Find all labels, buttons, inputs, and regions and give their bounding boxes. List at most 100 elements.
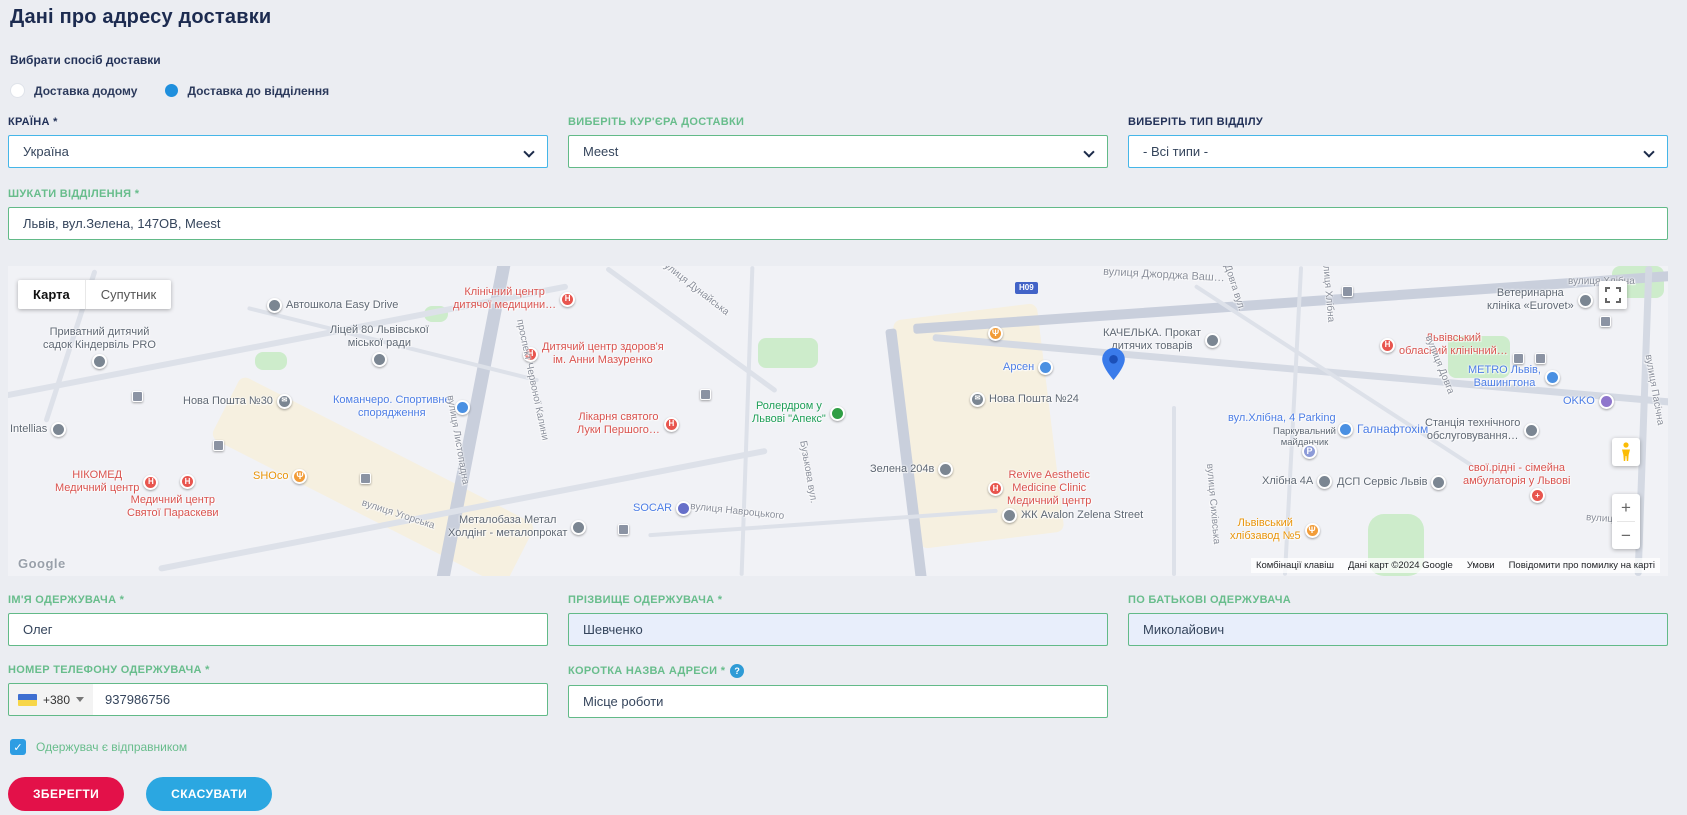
map-poi-label[interactable]: HЛьвівський обласний клінічний… (1380, 332, 1508, 358)
map-poi-label[interactable]: Intellias (10, 422, 66, 437)
map-poi-label[interactable]: ДСП Сервіс Львів (1337, 475, 1446, 490)
map-poi-label[interactable]: HДитячий центр здоров'я ім. Анни Мазурен… (523, 341, 664, 367)
map-poi-label[interactable]: Медичний центр Святої Параскеви (127, 494, 219, 520)
map-poi-label[interactable]: Станція технічного обслуговування… (1425, 417, 1539, 443)
terms-link[interactable]: Умови (1467, 560, 1495, 571)
map-street-label: проспект Червоної Калини (513, 318, 550, 441)
map-poi-label[interactable] (700, 389, 715, 400)
post-icon: ✉ (277, 394, 292, 409)
map-poi-label[interactable]: Хлібна 4А (1262, 474, 1332, 489)
radio-circle-icon[interactable] (10, 83, 25, 98)
branch-search-value: Львів, вул.Зелена, 147ОВ, Meest (23, 216, 220, 231)
map-canvas[interactable]: Карта Супутник + − Google Комбінації кла… (8, 266, 1668, 576)
last-name-input[interactable]: Шевченко (568, 613, 1108, 646)
map-poi-label[interactable]: свої.рідні - сімейна амбулаторія у Львов… (1463, 462, 1570, 488)
map-poi-label[interactable] (132, 391, 147, 402)
map-street-label: вулиця Хлібна (1318, 266, 1336, 323)
map-street-label: вулиця Навроцького (690, 501, 785, 523)
radio-selected-icon[interactable] (165, 84, 178, 97)
zoom-in-button[interactable]: + (1612, 494, 1640, 521)
last-name-group: ПРІЗВИЩЕ ОДЕРЖУВАЧА * Шевченко (568, 594, 1108, 646)
recipient-is-sender-row: ✓ Одержувач є відправником (10, 739, 1668, 755)
map-poi-label[interactable]: Ліцей 80 Львівської міської ради (330, 324, 429, 367)
map-poi-label[interactable]: METRO Львів, Вашингтона (1468, 364, 1560, 390)
address-name-value: Місце роботи (583, 694, 663, 709)
cancel-button[interactable]: СКАСУВАТИ (146, 777, 272, 811)
transit-icon (360, 473, 371, 484)
map-poi-label[interactable] (618, 524, 633, 535)
map-poi-label[interactable]: Приватний дитячий садок Кіндервіль PRO (43, 326, 156, 369)
map-poi-label[interactable]: SHOcoΨ (253, 469, 307, 484)
hospital-icon: H (988, 481, 1003, 496)
map-poi-label[interactable]: HRevive Aesthetic Medicine Clinic Медичн… (988, 469, 1091, 509)
keyboard-shortcuts-link[interactable]: Комбінації клавіш (1256, 560, 1334, 571)
middle-name-input[interactable]: Миколайович (1128, 613, 1668, 646)
map-poi-label[interactable]: Металобаза Метал Холдінг - металопрокат (448, 514, 586, 540)
map-poi-label[interactable]: OKKO (1563, 394, 1614, 409)
transit-icon (1342, 286, 1353, 297)
middle-name-value: Миколайович (1143, 622, 1224, 637)
country-select[interactable]: Україна (8, 135, 548, 168)
map-poi-label[interactable]: H (180, 474, 199, 489)
cart-icon (1545, 370, 1560, 385)
map-poi-label[interactable]: Клінічний центр дитячої медицини…H (453, 286, 575, 312)
first-name-input[interactable]: Олег (8, 613, 548, 646)
map-poi-label[interactable]: Львівський хлібзавод №5Ψ (1230, 517, 1320, 543)
map-park (758, 338, 818, 368)
map-poi-label[interactable]: SOCAR (633, 501, 691, 516)
map-poi-label[interactable]: Ψ (988, 326, 1007, 341)
map-poi-label[interactable]: ✉Нова Пошта №24 (970, 392, 1079, 407)
map-poi-label[interactable]: Нова Пошта №30✉ (183, 394, 292, 409)
map-poi-label[interactable]: вул.Хлібна, 4 Parking (1228, 412, 1336, 425)
map-type-satellite-button[interactable]: Супутник (85, 280, 172, 309)
rest-icon: Ψ (988, 326, 1003, 341)
transit-icon (618, 524, 629, 535)
hospital-icon: H (664, 417, 679, 432)
transit-icon (1600, 316, 1611, 327)
save-button[interactable]: ЗБЕРЕГТИ (8, 777, 124, 811)
zoom-out-button[interactable]: − (1612, 522, 1640, 549)
map-poi-label[interactable]: Автошкола Easy Drive (267, 298, 398, 313)
map-poi-label[interactable]: Ролердром у Львові "Апекс" (752, 400, 845, 426)
map-poi-label[interactable] (1513, 353, 1528, 364)
branch-search-group: ШУКАТИ ВІДДІЛЕННЯ * Львів, вул.Зелена, 1… (8, 188, 1668, 240)
map-poi-label[interactable]: Арсен (1003, 360, 1053, 375)
radio-branch-delivery[interactable]: Доставка до відділення (165, 84, 329, 98)
report-error-link[interactable]: Повідомити про помилку на карті (1509, 560, 1655, 571)
phone-input[interactable]: +380 937986756 (8, 683, 548, 716)
country-field-group: КРАЇНА * Україна (8, 116, 548, 168)
phone-country-code-selector[interactable]: +380 (9, 684, 93, 715)
map-poi-label[interactable]: ЖК Avalon Zelena Street (1002, 508, 1143, 523)
map-poi-label[interactable]: НІКОМЕД Медичний центрH (55, 469, 158, 495)
map-poi-label[interactable]: Н09 (1015, 282, 1038, 294)
branch-search-input[interactable]: Львів, вул.Зелена, 147ОВ, Meest (8, 207, 1668, 240)
fullscreen-button[interactable] (1599, 281, 1627, 309)
map-poi-label[interactable] (1600, 316, 1615, 327)
map-poi-label[interactable]: Зелена 204в (870, 462, 953, 477)
map-poi-label[interactable] (213, 440, 228, 451)
map-street-label: Бузькова вул. (796, 440, 819, 504)
map-type-map-button[interactable]: Карта (18, 280, 85, 309)
poi-icon (51, 422, 66, 437)
street-view-pegman[interactable] (1612, 438, 1640, 466)
help-icon[interactable]: ? (730, 664, 744, 678)
address-name-input[interactable]: Місце роботи (568, 685, 1108, 718)
courier-select[interactable]: Meest (568, 135, 1108, 168)
map-poi-label[interactable]: + (1530, 488, 1549, 503)
map-poi-label[interactable]: P (1302, 444, 1321, 459)
map-poi-label[interactable] (1342, 286, 1357, 297)
map-poi-label[interactable] (360, 473, 375, 484)
map-poi-label[interactable]: Ветеринарна клініка «Eurovet» (1487, 287, 1593, 313)
transit-icon (700, 389, 711, 400)
map-poi-label[interactable]: Галнафтохім (1338, 422, 1428, 437)
radio-home-delivery[interactable]: Доставка додому (10, 83, 137, 98)
map-poi-label[interactable] (1535, 353, 1550, 364)
branch-type-select[interactable]: - Всі типи - (1128, 135, 1668, 168)
checkbox-checked-icon[interactable]: ✓ (10, 739, 26, 755)
zoom-controls: + − (1612, 494, 1640, 549)
poi-icon (1205, 333, 1220, 348)
map-poi-label[interactable]: Лікарня святого Луки Першого…H (577, 411, 679, 437)
hospital-icon: H (560, 292, 575, 307)
map-park (255, 352, 287, 370)
map-pin-icon[interactable] (1102, 348, 1125, 380)
